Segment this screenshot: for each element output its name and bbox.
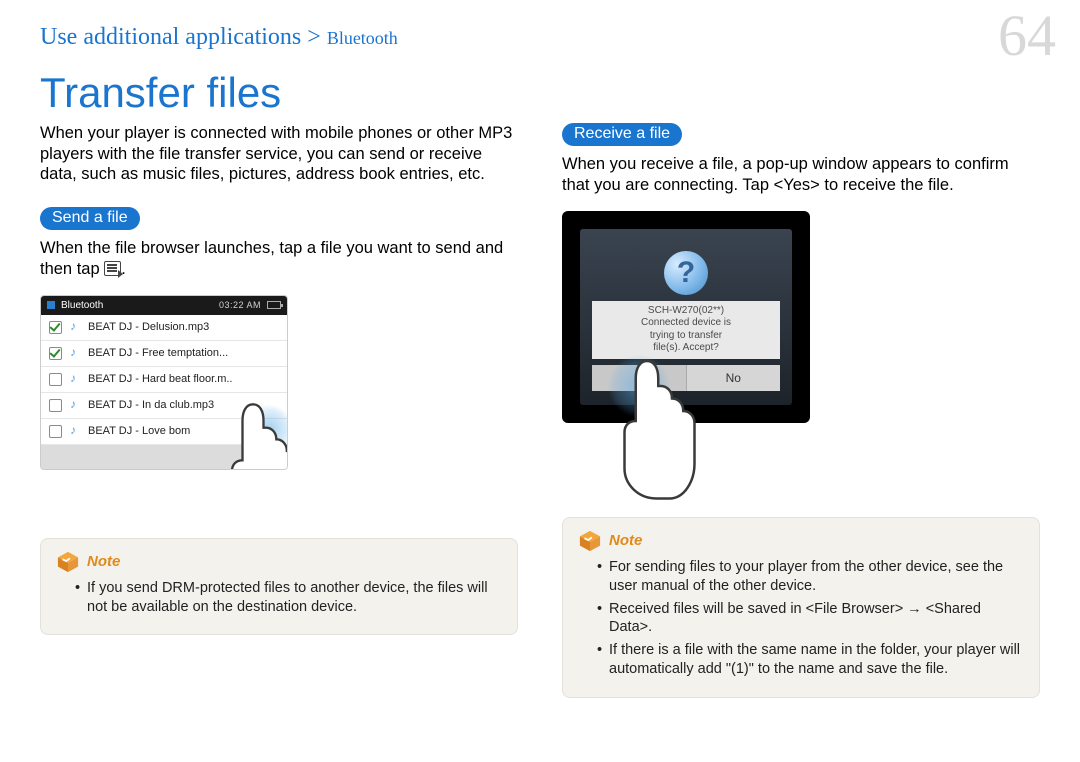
- note-box-send: Note If you send DRM-protected files to …: [40, 538, 518, 636]
- note-cube-icon: [57, 551, 79, 573]
- music-icon: [70, 347, 82, 359]
- page-number: 64: [998, 2, 1056, 69]
- file-name: BEAT DJ - Hard beat floor.m..: [88, 373, 232, 385]
- file-row[interactable]: BEAT DJ - Free temptation...: [41, 341, 287, 367]
- file-name: BEAT DJ - Love bom: [88, 425, 190, 437]
- file-name: BEAT DJ - Free temptation...: [88, 347, 228, 359]
- file-name: BEAT DJ - Delusion.mp3: [88, 321, 209, 333]
- breadcrumb: Use additional applications > Bluetooth: [40, 24, 1040, 51]
- device-title: Bluetooth: [61, 300, 103, 311]
- file-row[interactable]: BEAT DJ - Delusion.mp3: [41, 315, 287, 341]
- receive-instruction: When you receive a file, a pop-up window…: [562, 154, 1040, 197]
- music-icon: [70, 399, 82, 411]
- music-icon: [70, 321, 82, 333]
- send-list-icon: [104, 261, 121, 276]
- note-cube-icon: [579, 530, 601, 552]
- file-browser-screenshot: Bluetooth 03:22 AM BEAT DJ - Delusion.mp…: [40, 295, 288, 470]
- note-label: Note: [87, 553, 120, 570]
- header-square-icon: [47, 301, 55, 309]
- battery-icon: [267, 301, 281, 309]
- checkbox-icon[interactable]: [49, 347, 62, 360]
- receive-a-file-pill: Receive a file: [562, 123, 682, 146]
- file-row[interactable]: BEAT DJ - Hard beat floor.m..: [41, 367, 287, 393]
- popup-line: SCH-W270(02**): [648, 305, 724, 316]
- breadcrumb-main: Use additional applications >: [40, 24, 327, 50]
- file-name: BEAT DJ - In da club.mp3: [88, 399, 214, 411]
- receive-popup-screenshot: ? SCH-W270(02**) Connected device is try…: [562, 211, 810, 423]
- question-mark-icon: ?: [664, 251, 708, 295]
- music-icon: [70, 373, 82, 385]
- note-item: Received files will be saved in <File Br…: [597, 600, 1023, 638]
- send-instruction: When the file browser launches, tap a fi…: [40, 238, 518, 281]
- device-status-bar: Bluetooth 03:22 AM: [41, 296, 287, 315]
- device-time: 03:22 AM: [219, 300, 261, 310]
- music-icon: [70, 425, 82, 437]
- note-item: For sending files to your player from th…: [597, 558, 1023, 596]
- popup-line: trying to transfer: [650, 330, 722, 341]
- pointing-hand-icon: [199, 395, 288, 470]
- page-title: Transfer files: [40, 69, 1040, 117]
- checkbox-icon[interactable]: [49, 425, 62, 438]
- note-item: If you send DRM-protected files to anoth…: [75, 579, 501, 617]
- note-box-receive: Note For sending files to your player fr…: [562, 517, 1040, 698]
- send-a-file-pill: Send a file: [40, 207, 140, 230]
- checkbox-icon[interactable]: [49, 321, 62, 334]
- intro-text: When your player is connected with mobil…: [40, 123, 518, 185]
- pointing-hand-icon: [592, 351, 702, 501]
- popup-line: Connected device is: [641, 317, 731, 328]
- note-label: Note: [609, 532, 642, 549]
- breadcrumb-sub: Bluetooth: [327, 28, 398, 48]
- note-item: If there is a file with the same name in…: [597, 641, 1023, 679]
- checkbox-icon[interactable]: [49, 373, 62, 386]
- checkbox-icon[interactable]: [49, 399, 62, 412]
